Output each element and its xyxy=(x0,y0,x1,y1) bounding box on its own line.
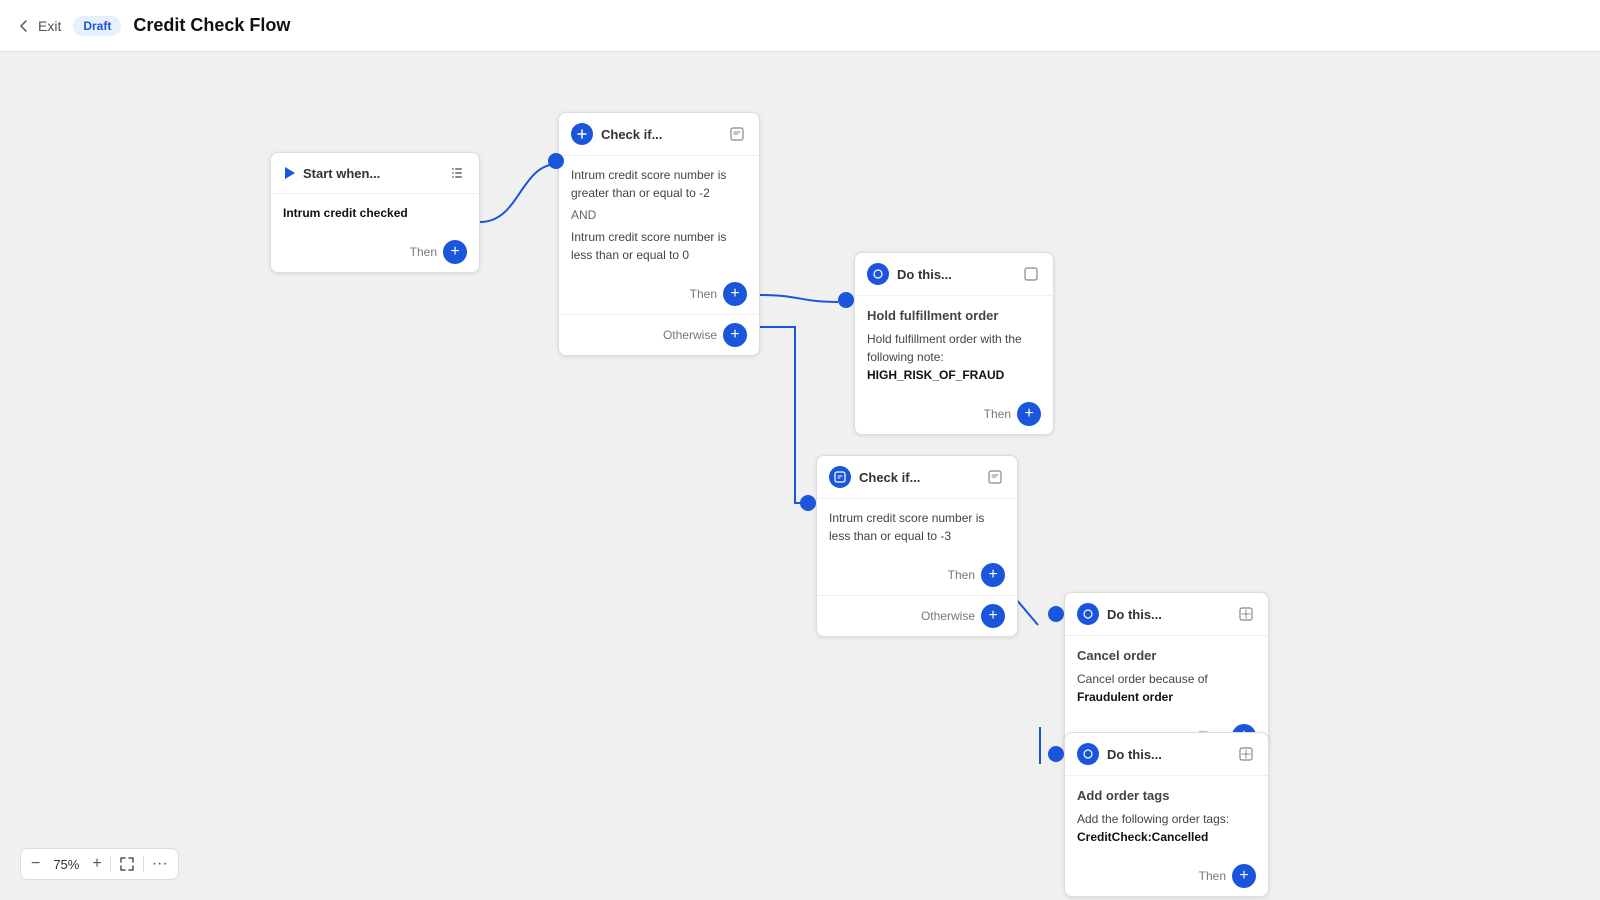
zoom-level: 75% xyxy=(48,857,84,872)
check-if-1-icon xyxy=(571,123,593,145)
check-if-2-title: Check if... xyxy=(859,470,977,485)
check-if-1-body: Intrum credit score number is greater th… xyxy=(559,156,759,274)
do-this-3-body: Add order tags Add the following order t… xyxy=(1065,776,1268,856)
dot-check2-dothis2 xyxy=(1048,606,1064,622)
do-this-3-footer: Then + xyxy=(1065,856,1268,896)
do-this-3-title: Do this... xyxy=(1107,747,1228,762)
flow-title: Credit Check Flow xyxy=(133,15,290,36)
do-this-2-icon xyxy=(1077,603,1099,625)
do-this-1-node: Do this... Hold fulfillment order Hold f… xyxy=(854,252,1054,435)
check-if-1-node: Check if... Intrum credit score number i… xyxy=(558,112,760,356)
do-this-1-add-button[interactable]: + xyxy=(1017,402,1041,426)
do-this-1-icon xyxy=(867,263,889,285)
do-this-3-action-value: CreditCheck:Cancelled xyxy=(1077,830,1208,844)
check-if-2-otherwise-footer: Otherwise + xyxy=(817,595,1017,636)
do-this-1-settings-icon[interactable] xyxy=(1021,264,1041,284)
zoom-fit-button[interactable] xyxy=(119,856,135,872)
start-triangle-icon xyxy=(283,167,295,179)
start-node-body: Intrum credit checked xyxy=(271,194,479,232)
do-this-3-add-button[interactable]: + xyxy=(1232,864,1256,888)
zoom-divider xyxy=(110,856,111,872)
check-if-2-body: Intrum credit score number is less than … xyxy=(817,499,1017,555)
do-this-1-action-desc: Hold fulfillment order with the followin… xyxy=(867,332,1022,364)
check-if-1-and: AND xyxy=(571,206,747,224)
check-if-1-settings-icon[interactable] xyxy=(727,124,747,144)
do-this-1-header: Do this... xyxy=(855,253,1053,296)
do-this-1-then-label: Then xyxy=(984,407,1011,421)
zoom-more-button[interactable]: ··· xyxy=(152,855,168,873)
start-node-footer: Then + xyxy=(271,232,479,272)
check-if-1-title: Check if... xyxy=(601,127,719,142)
do-this-3-node: Do this... Add order tags Add the follow… xyxy=(1064,732,1269,897)
do-this-2-action-title: Cancel order xyxy=(1077,646,1256,666)
do-this-3-action-desc: Add the following order tags: xyxy=(1077,812,1229,826)
exit-button[interactable]: Exit xyxy=(16,18,61,34)
header: Exit Draft Credit Check Flow xyxy=(0,0,1600,52)
check-if-1-otherwise-label: Otherwise xyxy=(663,328,717,342)
do-this-2-title: Do this... xyxy=(1107,607,1228,622)
check-if-2-node: Check if... Intrum credit score number i… xyxy=(816,455,1018,637)
start-add-button[interactable]: + xyxy=(443,240,467,264)
do-this-2-header: Do this... xyxy=(1065,593,1268,636)
start-node-title: Start when... xyxy=(303,166,439,181)
check-if-1-then-footer: Then + xyxy=(559,274,759,314)
do-this-3-header: Do this... xyxy=(1065,733,1268,776)
do-this-2-settings-icon[interactable] xyxy=(1236,604,1256,624)
zoom-fit-icon xyxy=(119,856,135,872)
start-node-header: Start when... xyxy=(271,153,479,194)
do-this-2-action-desc-bold: Fraudulent order xyxy=(1077,690,1173,704)
connector-svg xyxy=(0,52,1600,900)
check-if-2-condition1: Intrum credit score number is less than … xyxy=(829,511,984,543)
zoom-divider-2 xyxy=(143,856,144,872)
do-this-1-action-value: HIGH_RISK_OF_FRAUD xyxy=(867,368,1004,382)
check-if-2-then-footer: Then + xyxy=(817,555,1017,595)
check-if-1-condition2: Intrum credit score number is less than … xyxy=(571,230,726,262)
do-this-3-then-label: Then xyxy=(1199,869,1226,883)
exit-icon xyxy=(16,18,32,34)
check-if-2-icon xyxy=(829,466,851,488)
zoom-in-icon: + xyxy=(92,855,101,873)
exit-label: Exit xyxy=(38,18,61,34)
start-then-label: Then xyxy=(410,245,437,259)
check-if-1-then-label: Then xyxy=(690,287,717,301)
check-if-1-condition1: Intrum credit score number is greater th… xyxy=(571,168,726,200)
do-this-1-footer: Then + xyxy=(855,394,1053,434)
check-if-1-otherwise-footer: Otherwise + xyxy=(559,314,759,355)
do-this-3-icon xyxy=(1077,743,1099,765)
zoom-out-button[interactable]: − xyxy=(31,855,40,873)
do-this-2-action-desc-prefix: Cancel order because of xyxy=(1077,672,1208,686)
canvas: Start when... Intrum credit checked Then… xyxy=(0,52,1600,900)
start-node: Start when... Intrum credit checked Then… xyxy=(270,152,480,273)
zoom-in-button[interactable]: + xyxy=(92,855,101,873)
check-if-1-header: Check if... xyxy=(559,113,759,156)
zoom-more-icon: ··· xyxy=(152,855,168,873)
dot-check1-dothis1 xyxy=(838,292,854,308)
check-if-2-otherwise-add-button[interactable]: + xyxy=(981,604,1005,628)
dot-dothis2-dothis3 xyxy=(1048,746,1064,762)
start-settings-icon[interactable] xyxy=(447,163,467,183)
check-if-2-otherwise-label: Otherwise xyxy=(921,609,975,623)
do-this-1-title: Do this... xyxy=(897,267,1013,282)
zoom-out-icon: − xyxy=(31,855,40,873)
check-if-1-then-add-button[interactable]: + xyxy=(723,282,747,306)
do-this-3-settings-icon[interactable] xyxy=(1236,744,1256,764)
check-if-2-then-label: Then xyxy=(948,568,975,582)
check-if-2-header: Check if... xyxy=(817,456,1017,499)
do-this-1-action-title: Hold fulfillment order xyxy=(867,306,1041,326)
check-if-1-otherwise-add-button[interactable]: + xyxy=(723,323,747,347)
do-this-2-body: Cancel order Cancel order because of Fra… xyxy=(1065,636,1268,716)
dot-start-check1 xyxy=(548,153,564,169)
check-if-2-settings-icon[interactable] xyxy=(985,467,1005,487)
draft-badge: Draft xyxy=(73,16,121,36)
do-this-3-action-title: Add order tags xyxy=(1077,786,1256,806)
start-condition: Intrum credit checked xyxy=(283,206,408,220)
check-if-2-then-add-button[interactable]: + xyxy=(981,563,1005,587)
dot-check1-check2 xyxy=(800,495,816,511)
zoom-controls: − 75% + ··· xyxy=(20,848,179,880)
do-this-1-body: Hold fulfillment order Hold fulfillment … xyxy=(855,296,1053,394)
